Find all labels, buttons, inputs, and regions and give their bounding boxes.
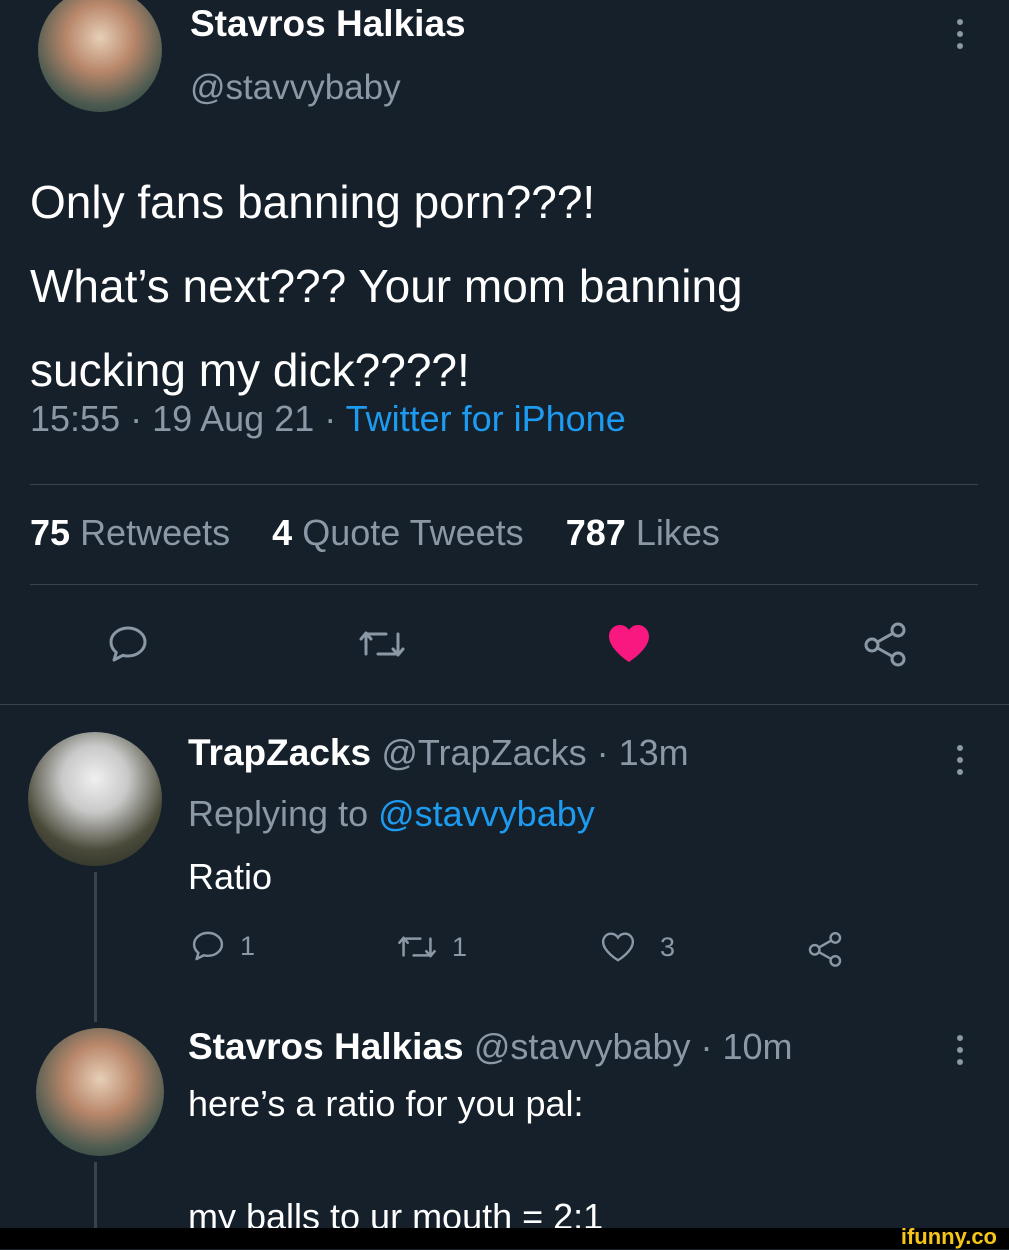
reply-text: here’s a ratio for you pal:	[188, 1083, 584, 1124]
retweet-icon[interactable]	[357, 624, 407, 664]
reply-author-name[interactable]: TrapZacks	[188, 732, 371, 773]
reply-avatar[interactable]	[28, 732, 162, 866]
thread-line	[94, 1162, 97, 1228]
reply-count: 1	[240, 930, 256, 961]
tweet-text: Only fans banning porn???! What’s next??…	[30, 160, 743, 412]
share-icon[interactable]	[805, 930, 845, 968]
reply-action-like[interactable]: 3	[600, 930, 675, 964]
more-options-icon[interactable]	[953, 740, 967, 780]
reply-author-name[interactable]: Stavros Halkias	[188, 1026, 464, 1067]
reply-avatar[interactable]	[36, 1028, 164, 1156]
reply-meta[interactable]: @TrapZacks · 13m	[381, 732, 688, 773]
reply-action-retweet[interactable]: 1	[396, 930, 467, 964]
heart-icon[interactable]	[606, 622, 652, 664]
reply-icon[interactable]	[106, 622, 150, 666]
retweets-count: 75	[30, 512, 71, 553]
replying-prefix: Replying to	[188, 793, 379, 834]
tweet-stats: 75 Retweets 4 Quote Tweets 787 Likes	[30, 512, 720, 554]
author-avatar[interactable]	[38, 0, 162, 112]
tweet-timestamp: 15:55 · 19 Aug 21 · Twitter for iPhone	[30, 398, 626, 440]
author-handle[interactable]: @stavvybaby	[190, 68, 401, 108]
tweet-text-line: What’s next??? Your mom banning	[30, 260, 743, 312]
divider	[30, 584, 978, 585]
reply-text: my balls to ur mouth = 2:1	[188, 1196, 604, 1228]
thread-line	[94, 872, 97, 1022]
share-icon[interactable]	[860, 620, 910, 668]
retweet-count: 1	[452, 931, 468, 962]
tweet-text-line: Only fans banning porn???!	[30, 176, 596, 228]
reply-action-reply[interactable]: 1	[190, 928, 255, 964]
heart-outline-icon	[600, 930, 636, 964]
reply-text: Ratio	[188, 856, 273, 897]
more-options-icon[interactable]	[953, 14, 967, 54]
tweet-time[interactable]: 15:55 · 19 Aug 21 ·	[30, 398, 346, 439]
quotes-stat[interactable]: 4 Quote Tweets	[272, 512, 524, 553]
quotes-count: 4	[272, 512, 293, 553]
tweet-source[interactable]: Twitter for iPhone	[346, 398, 626, 439]
likes-count: 787	[565, 512, 626, 553]
divider	[0, 704, 1009, 705]
retweets-stat[interactable]: 75 Retweets	[30, 512, 230, 553]
divider	[30, 484, 978, 485]
likes-stat[interactable]: 787 Likes	[566, 512, 720, 553]
likes-label: Likes	[635, 512, 720, 553]
reply-meta[interactable]: @stavvybaby · 10m	[474, 1026, 793, 1067]
quotes-label: Quote Tweets	[302, 512, 524, 553]
replying-handle[interactable]: @stavvybaby	[378, 793, 595, 834]
author-name[interactable]: Stavros Halkias	[190, 3, 466, 45]
reply-header: TrapZacks @TrapZacks · 13m	[188, 732, 689, 774]
reply-icon	[190, 928, 226, 964]
watermark-text: ifunny.co	[900, 1224, 997, 1249]
retweet-icon	[396, 930, 438, 964]
watermark-bar: ifunny.co	[0, 1224, 1009, 1249]
reply-header: Stavros Halkias @stavvybaby · 10m	[188, 1026, 793, 1068]
more-options-icon[interactable]	[953, 1030, 967, 1070]
replying-to: Replying to @stavvybaby	[188, 793, 595, 835]
like-count: 3	[660, 931, 676, 962]
retweets-label: Retweets	[80, 512, 231, 553]
